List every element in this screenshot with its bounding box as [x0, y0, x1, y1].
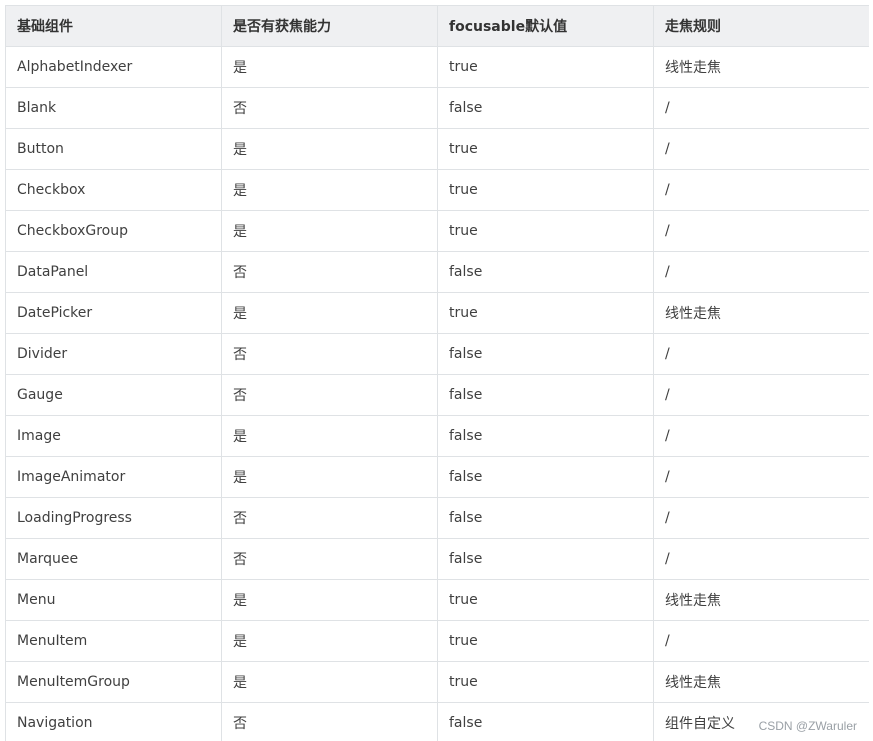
cell-focus-capable: 否	[221, 333, 438, 375]
table-row: MenuItem 是 true /	[5, 620, 869, 662]
table-row: DataPanel 否 false /	[5, 251, 869, 293]
cell-focus-capable: 否	[221, 87, 438, 129]
cell-focusable-default: true	[437, 46, 654, 88]
table-row: Blank 否 false /	[5, 87, 869, 129]
cell-component: LoadingProgress	[5, 497, 222, 539]
cell-focus-rule: /	[653, 169, 869, 211]
cell-focus-rule: /	[653, 128, 869, 170]
cell-component: DatePicker	[5, 292, 222, 334]
table-row: Menu 是 true 线性走焦	[5, 579, 869, 621]
table-row: MenuItemGroup 是 true 线性走焦	[5, 661, 869, 703]
cell-focus-capable: 是	[221, 292, 438, 334]
cell-component: Button	[5, 128, 222, 170]
header-row: 基础组件 是否有获焦能力 focusable默认值 走焦规则	[5, 5, 869, 47]
cell-focus-capable: 否	[221, 702, 438, 741]
cell-focusable-default: true	[437, 579, 654, 621]
cell-focus-rule: /	[653, 87, 869, 129]
table-row: Divider 否 false /	[5, 333, 869, 375]
cell-component: Image	[5, 415, 222, 457]
cell-component: Divider	[5, 333, 222, 375]
table-row: Marquee 否 false /	[5, 538, 869, 580]
cell-focusable-default: false	[437, 374, 654, 416]
cell-focus-capable: 是	[221, 620, 438, 662]
cell-component: AlphabetIndexer	[5, 46, 222, 88]
cell-focus-capable: 否	[221, 374, 438, 416]
cell-component: CheckboxGroup	[5, 210, 222, 252]
table-row: DatePicker 是 true 线性走焦	[5, 292, 869, 334]
cell-component: ImageAnimator	[5, 456, 222, 498]
cell-focus-rule: 线性走焦	[653, 292, 869, 334]
cell-focus-capable: 是	[221, 210, 438, 252]
cell-focus-rule: 线性走焦	[653, 579, 869, 621]
table-row: AlphabetIndexer 是 true 线性走焦	[5, 46, 869, 88]
cell-focus-capable: 否	[221, 251, 438, 293]
cell-focus-capable: 是	[221, 661, 438, 703]
cell-focus-rule: /	[653, 538, 869, 580]
cell-focusable-default: true	[437, 169, 654, 211]
cell-focus-rule: /	[653, 415, 869, 457]
cell-focusable-default: true	[437, 210, 654, 252]
cell-focusable-default: true	[437, 620, 654, 662]
cell-focus-rule: 线性走焦	[653, 46, 869, 88]
cell-focus-capable: 是	[221, 415, 438, 457]
cell-focusable-default: false	[437, 333, 654, 375]
cell-focusable-default: false	[437, 497, 654, 539]
table-row: Image 是 false /	[5, 415, 869, 457]
table-row: LoadingProgress 否 false /	[5, 497, 869, 539]
components-focus-table-wrapper: 基础组件 是否有获焦能力 focusable默认值 走焦规则 AlphabetI…	[5, 5, 869, 741]
cell-component: MenuItemGroup	[5, 661, 222, 703]
cell-focus-capable: 是	[221, 579, 438, 621]
cell-focusable-default: true	[437, 292, 654, 334]
cell-focus-rule: 线性走焦	[653, 661, 869, 703]
cell-component: Menu	[5, 579, 222, 621]
components-focus-table: 基础组件 是否有获焦能力 focusable默认值 走焦规则 AlphabetI…	[5, 5, 869, 741]
cell-focus-capable: 是	[221, 128, 438, 170]
cell-focusable-default: false	[437, 251, 654, 293]
cell-focus-rule: /	[653, 620, 869, 662]
cell-focus-rule: /	[653, 210, 869, 252]
cell-component: Blank	[5, 87, 222, 129]
watermark: CSDN @ZWaruler	[758, 719, 857, 733]
header-focus-capable: 是否有获焦能力	[221, 5, 438, 47]
cell-focusable-default: true	[437, 128, 654, 170]
cell-focusable-default: false	[437, 87, 654, 129]
header-focus-rule: 走焦规则	[653, 5, 869, 47]
table-body: AlphabetIndexer 是 true 线性走焦 Blank 否 false / Butt…	[5, 46, 869, 741]
cell-focusable-default: false	[437, 415, 654, 457]
cell-focus-rule: /	[653, 374, 869, 416]
cell-component: Marquee	[5, 538, 222, 580]
cell-component: Navigation	[5, 702, 222, 741]
cell-focusable-default: false	[437, 538, 654, 580]
cell-focus-capable: 否	[221, 538, 438, 580]
table-row: CheckboxGroup 是 true /	[5, 210, 869, 252]
cell-component: Checkbox	[5, 169, 222, 211]
cell-focus-rule: /	[653, 333, 869, 375]
cell-focusable-default: true	[437, 661, 654, 703]
cell-focusable-default: false	[437, 702, 654, 741]
header-component: 基础组件	[5, 5, 222, 47]
cell-focus-capable: 是	[221, 46, 438, 88]
cell-focus-capable: 是	[221, 169, 438, 211]
table-header: 基础组件 是否有获焦能力 focusable默认值 走焦规则	[5, 5, 869, 47]
cell-component: Gauge	[5, 374, 222, 416]
cell-focus-capable: 是	[221, 456, 438, 498]
table-row: Button 是 true /	[5, 128, 869, 170]
cell-focus-rule: /	[653, 456, 869, 498]
table-row: Navigation 否 false 组件自定义	[5, 702, 869, 741]
table-row: ImageAnimator 是 false /	[5, 456, 869, 498]
cell-focus-rule: /	[653, 251, 869, 293]
cell-focus-capable: 否	[221, 497, 438, 539]
table-row: Checkbox 是 true /	[5, 169, 869, 211]
cell-component: MenuItem	[5, 620, 222, 662]
cell-focusable-default: false	[437, 456, 654, 498]
table-row: Gauge 否 false /	[5, 374, 869, 416]
cell-focus-rule: /	[653, 497, 869, 539]
cell-component: DataPanel	[5, 251, 222, 293]
header-focusable-default: focusable默认值	[437, 5, 654, 47]
